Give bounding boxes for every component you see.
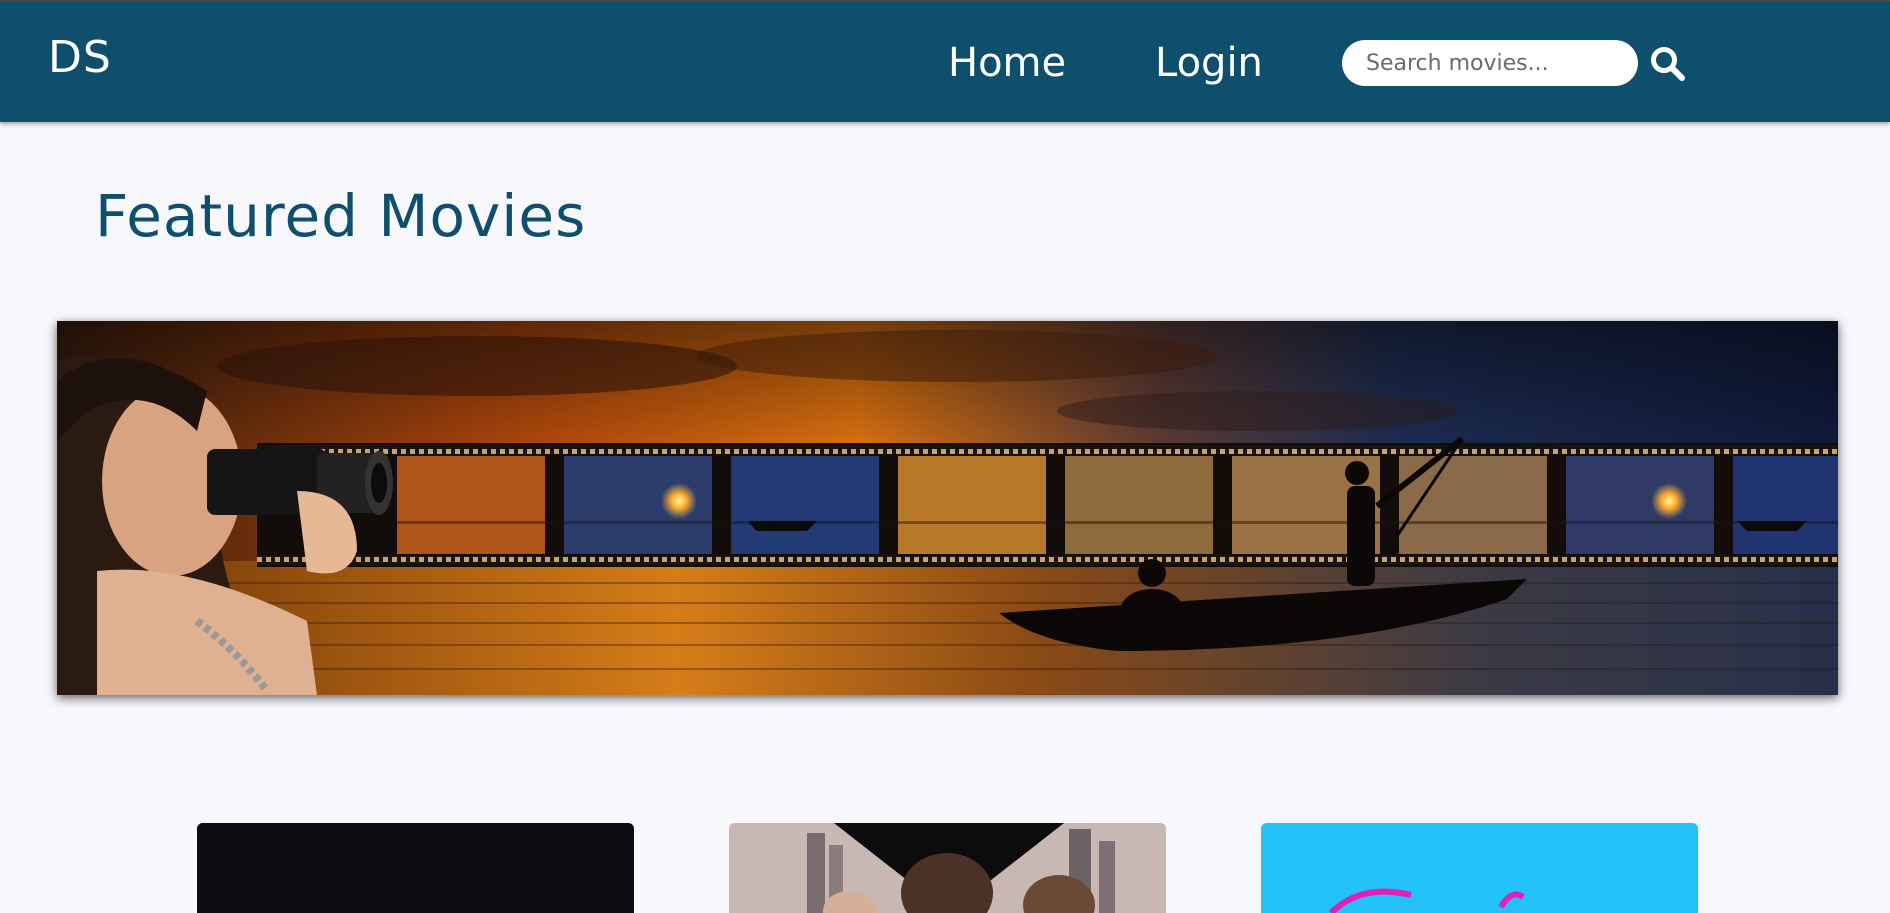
movie-card[interactable] xyxy=(729,823,1166,913)
navbar: DS Home Login xyxy=(0,2,1890,122)
search-button[interactable] xyxy=(1648,44,1688,84)
movie-poster-image xyxy=(729,823,1166,913)
movie-card[interactable] xyxy=(1261,823,1698,913)
search-input[interactable] xyxy=(1342,40,1638,86)
movie-poster-image xyxy=(1261,823,1698,913)
movie-poster-image xyxy=(197,823,634,913)
nav-link-login[interactable]: Login xyxy=(1155,40,1263,86)
movie-card[interactable] xyxy=(197,823,634,913)
page-title: Featured Movies xyxy=(95,182,587,250)
nav-link-home[interactable]: Home xyxy=(948,40,1066,86)
featured-banner-image[interactable] xyxy=(57,321,1838,695)
search-icon xyxy=(1651,47,1685,81)
site-logo[interactable]: DS xyxy=(48,32,112,83)
